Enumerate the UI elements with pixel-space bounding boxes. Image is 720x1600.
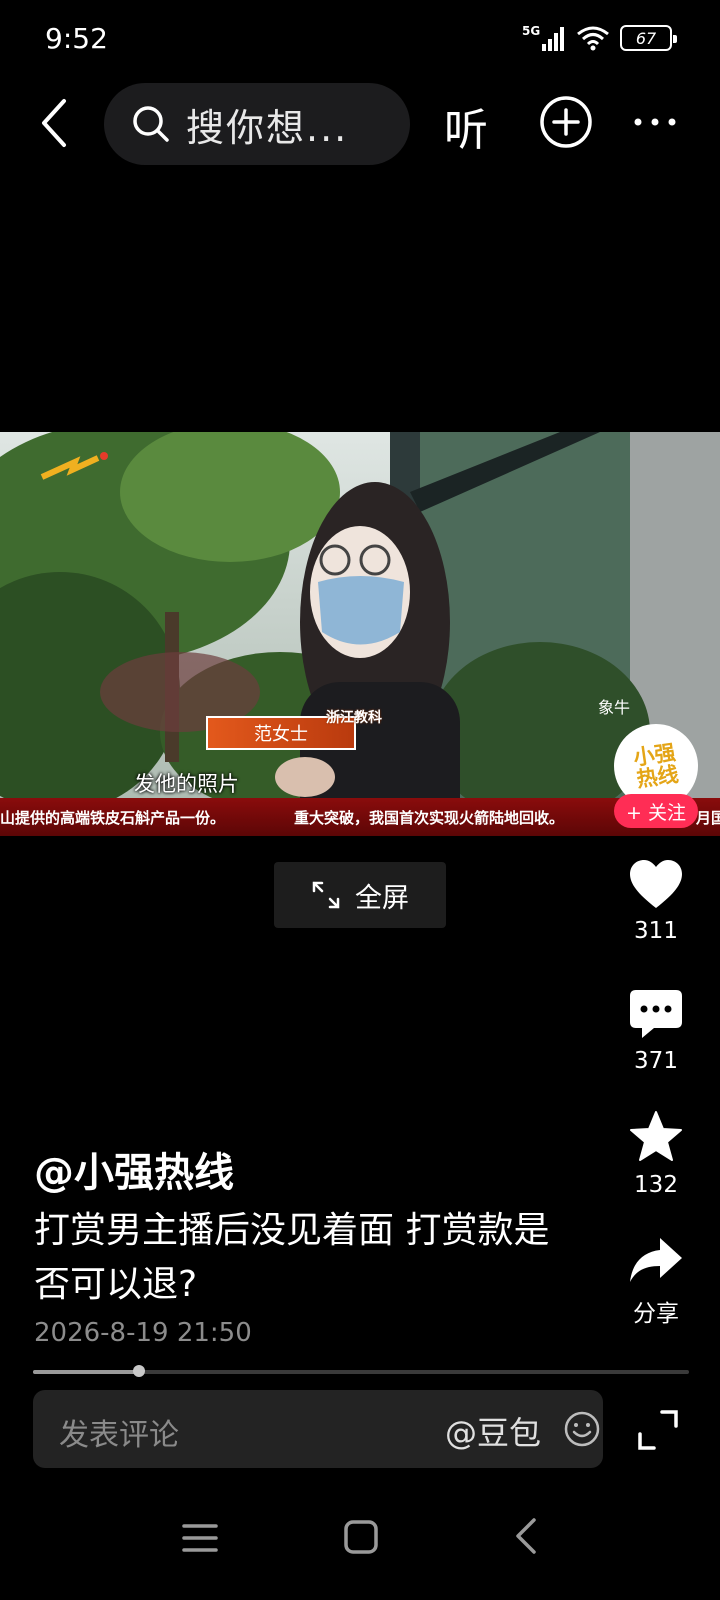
battery-icon: 67 <box>620 25 677 51</box>
avatar-logo: 小强 热线 <box>632 740 680 792</box>
comment-bubble-icon <box>630 990 682 1038</box>
status-bar: 9:52 5G 67 <box>0 0 720 76</box>
favorite-count: 132 <box>634 1172 678 1198</box>
favorite-button[interactable]: 132 <box>614 1110 698 1198</box>
expand-diagonal-icon <box>312 881 340 909</box>
share-button[interactable]: 分享 <box>614 1236 698 1328</box>
heart-icon <box>630 860 682 908</box>
home-icon[interactable] <box>342 1518 380 1556</box>
like-count: 311 <box>634 918 678 944</box>
status-icons: 5G 67 <box>522 22 677 54</box>
channel-label: 浙江教科 <box>326 710 382 726</box>
comment-button[interactable]: 371 <box>614 988 698 1074</box>
expand-icon[interactable] <box>636 1408 680 1452</box>
emoji-icon[interactable] <box>563 1410 601 1448</box>
video-progress-bar[interactable] <box>33 1365 689 1377</box>
back-nav-icon[interactable] <box>510 1516 540 1556</box>
add-circle-icon[interactable] <box>538 94 594 150</box>
status-time: 9:52 <box>45 22 108 55</box>
top-nav: 搜你想... 听 <box>0 80 720 166</box>
like-button[interactable]: 311 <box>614 858 698 944</box>
news-ticker: 山提供的高端铁皮石斛产品一份。 重大突破，我国首次实现火箭陆地回收。 月国 <box>0 798 720 836</box>
post-timestamp: 2026-8-19 21:50 <box>34 1318 252 1348</box>
comment-placeholder: 发表评论 <box>59 1418 179 1453</box>
fullscreen-button[interactable]: 全屏 <box>274 862 446 928</box>
network-type: 5G <box>522 24 540 38</box>
comment-count: 371 <box>634 1048 678 1074</box>
star-icon <box>630 1111 682 1161</box>
comment-input[interactable]: 发表评论 @豆包 <box>33 1390 603 1468</box>
share-label: 分享 <box>633 1301 679 1327</box>
ticker-item: 山提供的高端铁皮石斛产品一份。 <box>0 808 226 827</box>
follow-button[interactable]: + 关注 <box>614 794 698 828</box>
share-arrow-icon <box>630 1238 682 1282</box>
cellular-signal-icon: 5G <box>522 24 564 51</box>
chevron-left-icon <box>42 99 66 147</box>
progress-fill <box>33 1370 139 1374</box>
video-subtitle: 发他的照片 <box>134 772 239 796</box>
more-options-icon[interactable] <box>630 102 680 142</box>
post-caption: 打赏男主播后没见着面 打赏款是否可以退? <box>34 1210 550 1305</box>
mention-button[interactable]: @豆包 <box>445 1408 541 1454</box>
back-button[interactable] <box>28 92 80 154</box>
video-frame <box>0 432 720 836</box>
ticker-item: 月国 <box>696 808 720 827</box>
wifi-icon <box>577 26 609 51</box>
search-icon <box>133 106 169 142</box>
battery-level: 67 <box>635 28 657 48</box>
listen-button[interactable]: 听 <box>444 94 488 158</box>
avatar-text-line2: 热线 <box>635 762 680 792</box>
ticker-item: 重大突破，我国首次实现火箭陆地回收。 <box>294 808 565 827</box>
system-nav-bar <box>0 1500 720 1580</box>
recent-apps-icon[interactable] <box>180 1520 220 1556</box>
search-input[interactable]: 搜你想... <box>104 83 410 165</box>
search-placeholder: 搜你想... <box>186 105 349 150</box>
corner-logo-text: 象牛 <box>598 698 631 717</box>
name-tag-label: 范女士 <box>254 724 308 745</box>
progress-thumb[interactable] <box>132 1365 145 1377</box>
fullscreen-label: 全屏 <box>355 882 409 914</box>
author-handle[interactable]: @小强热线 <box>34 1140 234 1198</box>
video-player[interactable]: 范女士 浙江教科 发他的照片 象牛 小强 热线 山提供的高端铁皮石斛产品一份。 … <box>0 432 720 836</box>
